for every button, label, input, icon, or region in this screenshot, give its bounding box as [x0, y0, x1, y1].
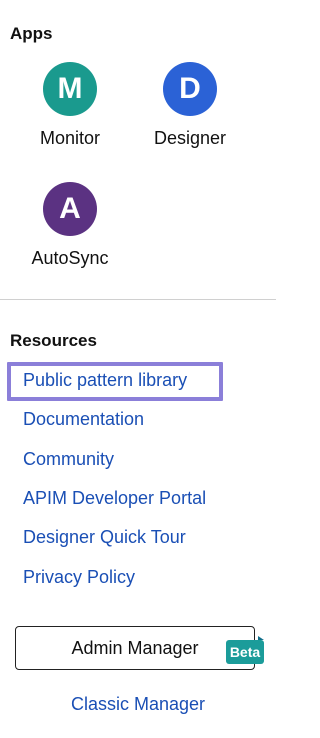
section-divider [0, 299, 276, 300]
admin-manager-button[interactable]: Admin Manager [15, 626, 255, 670]
classic-manager-link[interactable]: Classic Manager [0, 694, 276, 715]
app-monitor[interactable]: M Monitor [10, 62, 130, 149]
monitor-app-icon: M [43, 62, 97, 116]
app-label-autosync: AutoSync [31, 248, 109, 268]
link-apim-developer-portal[interactable]: APIM Developer Portal [23, 488, 206, 509]
app-designer[interactable]: D Designer [130, 62, 250, 149]
apps-heading: Apps [10, 24, 53, 43]
designer-app-icon: D [163, 62, 217, 116]
app-autosync[interactable]: A AutoSync [10, 182, 130, 269]
link-public-pattern-library[interactable]: Public pattern library [23, 370, 187, 391]
app-label-designer: Designer [153, 128, 227, 148]
beta-badge: Beta [226, 640, 264, 664]
autosync-app-icon: A [43, 182, 97, 236]
link-community[interactable]: Community [23, 449, 114, 470]
resources-heading: Resources [10, 331, 97, 350]
link-privacy-policy[interactable]: Privacy Policy [23, 567, 135, 588]
link-designer-quick-tour[interactable]: Designer Quick Tour [23, 527, 186, 548]
app-label-monitor: Monitor [39, 128, 101, 148]
link-documentation[interactable]: Documentation [23, 409, 144, 430]
admin-manager-label: Admin Manager [71, 637, 199, 658]
